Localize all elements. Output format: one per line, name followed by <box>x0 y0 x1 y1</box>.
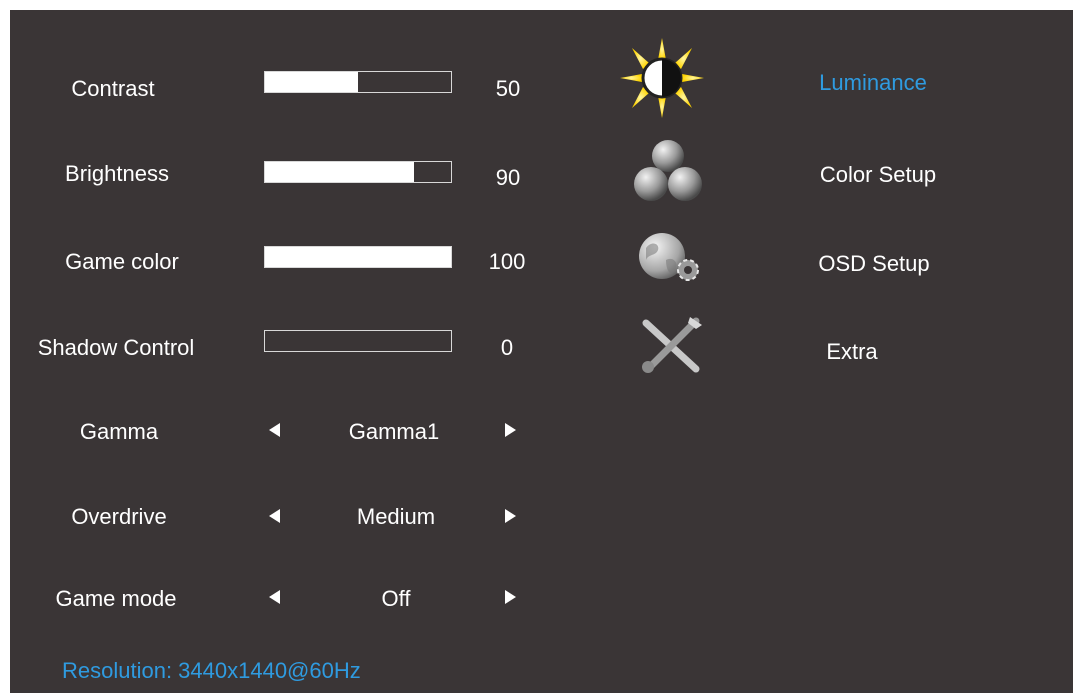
overdrive-prev-arrow-icon[interactable] <box>269 509 280 523</box>
game-color-slider[interactable] <box>264 246 452 268</box>
osd-menu-panel: Contrast 50 Brightness 90 Game color 100… <box>10 10 1073 693</box>
brightness-slider[interactable] <box>264 161 452 183</box>
contrast-value: 50 <box>495 76 521 101</box>
gamma-next-arrow-icon[interactable] <box>505 423 516 437</box>
brightness-value: 90 <box>495 165 521 190</box>
menu-item-color-setup[interactable]: Color Setup <box>820 162 936 188</box>
brightness-slider-fill <box>265 162 414 182</box>
overdrive-value: Medium <box>356 504 436 529</box>
menu-item-extra[interactable]: Extra <box>826 339 877 365</box>
game-mode-value: Off <box>381 586 411 611</box>
contrast-slider-fill <box>265 72 358 92</box>
brightness-label: Brightness <box>65 161 169 186</box>
overdrive-label: Overdrive <box>71 504 167 529</box>
contrast-slider[interactable] <box>264 71 452 93</box>
game-mode-label: Game mode <box>55 586 177 611</box>
menu-item-luminance[interactable]: Luminance <box>819 70 927 96</box>
game-color-label: Game color <box>65 249 179 274</box>
shadow-control-slider[interactable] <box>264 330 452 352</box>
gamma-label: Gamma <box>79 419 159 444</box>
shadow-control-value: 0 <box>500 335 514 360</box>
shadow-control-label: Shadow Control <box>37 335 195 360</box>
sun-icon[interactable] <box>618 36 706 120</box>
game-color-slider-fill <box>265 247 451 267</box>
game-color-value: 100 <box>488 249 526 274</box>
game-mode-next-arrow-icon[interactable] <box>505 590 516 604</box>
tools-icon[interactable] <box>636 315 706 377</box>
menu-item-osd-setup[interactable]: OSD Setup <box>818 251 929 277</box>
game-mode-prev-arrow-icon[interactable] <box>269 590 280 604</box>
contrast-label: Contrast <box>71 76 155 101</box>
gamma-prev-arrow-icon[interactable] <box>269 423 280 437</box>
resolution-status: Resolution: 3440x1440@60Hz <box>62 658 361 683</box>
globe-gear-icon[interactable] <box>636 230 708 288</box>
overdrive-next-arrow-icon[interactable] <box>505 509 516 523</box>
gamma-value: Gamma1 <box>348 419 440 444</box>
color-spheres-icon[interactable] <box>632 134 704 206</box>
